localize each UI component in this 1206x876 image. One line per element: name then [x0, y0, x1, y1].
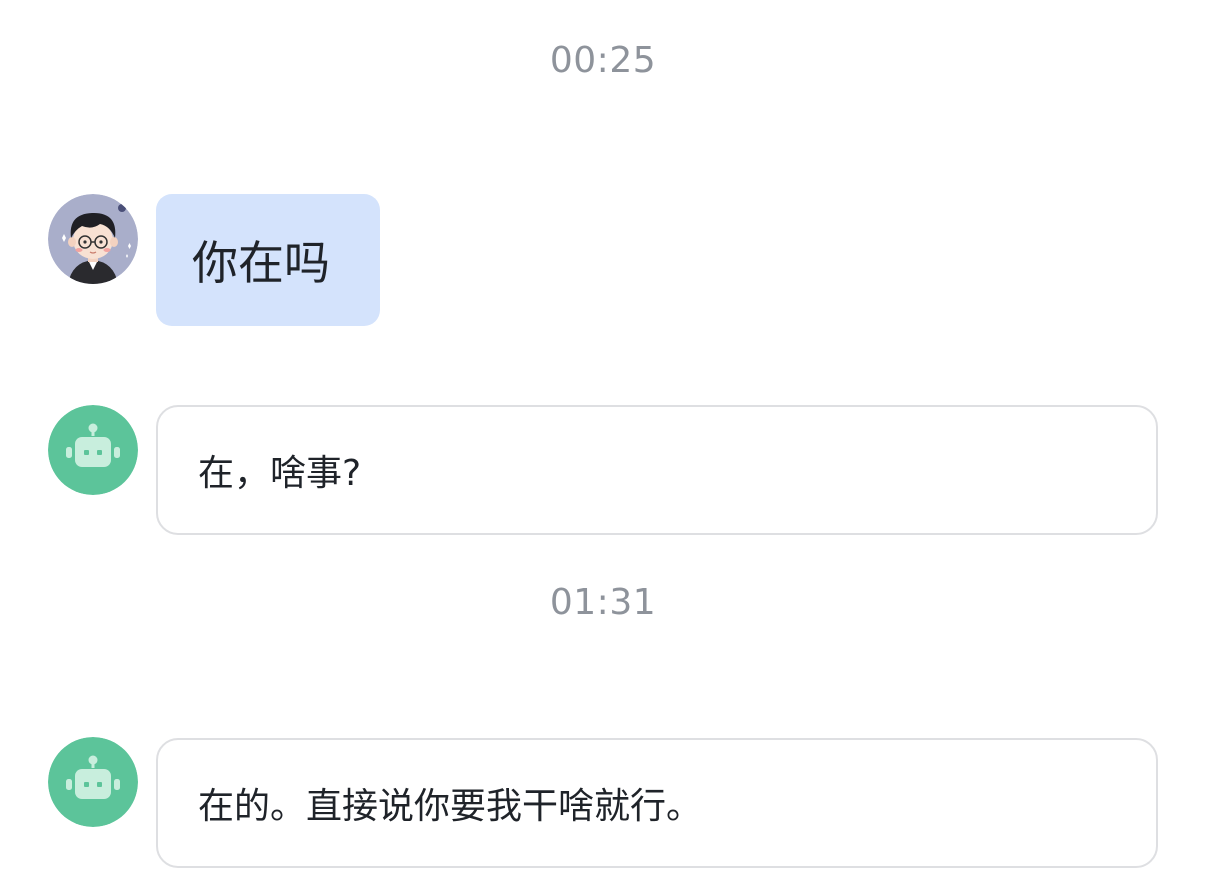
message-timestamp: 01:31: [549, 582, 657, 623]
message-text: 在，啥事?: [198, 453, 362, 494]
user-avatar-icon[interactable]: [48, 194, 138, 284]
message-text: 在的。直接说你要我干啥就行。: [198, 786, 703, 827]
message-timestamp: 00:25: [549, 40, 657, 81]
chat-transcript: 00:25 你在吗 在，啥事? 01:31 在的。直接说你要我干啥就行。: [0, 0, 1206, 876]
bot-message-bubble[interactable]: 在，啥事?: [156, 405, 1158, 535]
message-text: 你在吗: [192, 236, 330, 290]
user-message-bubble[interactable]: 你在吗: [156, 194, 380, 326]
bot-message-bubble[interactable]: 在的。直接说你要我干啥就行。: [156, 738, 1158, 868]
bot-avatar-icon[interactable]: [48, 405, 138, 495]
bot-avatar-icon[interactable]: [48, 737, 138, 827]
